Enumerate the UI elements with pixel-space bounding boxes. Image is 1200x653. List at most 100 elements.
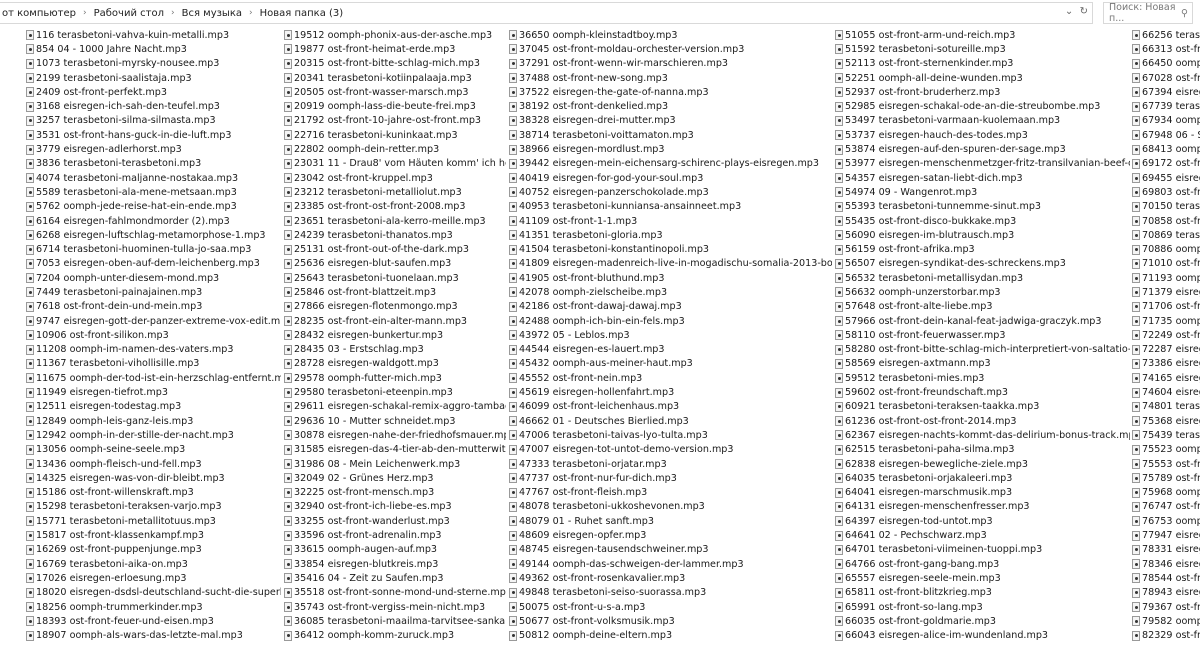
file-item[interactable]: 75789 ost-front-s — [1132, 471, 1200, 485]
file-item[interactable]: 41809 eisregen-madenreich-live-in-mogadi… — [509, 257, 832, 271]
file-item[interactable]: 6268 eisregen-luftschlag-metamorphose-1.… — [26, 228, 281, 242]
file-item[interactable]: 64701 terasbetoni-viimeinen-tuoppi.mp3 — [835, 543, 1130, 557]
file-item[interactable]: 42186 ost-front-dawaj-dawaj.mp3 — [509, 300, 832, 314]
file-item[interactable]: 43972 05 - Leblos.mp3 — [509, 328, 832, 342]
file-item[interactable]: 6164 eisregen-fahlmondmorder (2).mp3 — [26, 214, 281, 228]
file-item[interactable]: 65991 ost-front-so-lang.mp3 — [835, 600, 1130, 614]
file-item[interactable]: 15186 ost-front-willenskraft.mp3 — [26, 486, 281, 500]
file-item[interactable]: 50677 ost-front-volksmusik.mp3 — [509, 614, 832, 628]
file-item[interactable]: 10906 ost-front-silikon.mp3 — [26, 328, 281, 342]
file-item[interactable]: 54357 eisregen-satan-liebt-dich.mp3 — [835, 171, 1130, 185]
file-item[interactable]: 9747 eisregen-gott-der-panzer-extreme-vo… — [26, 314, 281, 328]
refresh-icon[interactable]: ↻ — [1080, 6, 1088, 17]
file-item[interactable]: 37291 ost-front-wenn-wir-marschieren.mp3 — [509, 57, 832, 71]
file-item[interactable]: 66035 ost-front-goldmarie.mp3 — [835, 614, 1130, 628]
file-item[interactable]: 70150 terasbetoni — [1132, 200, 1200, 214]
file-item[interactable]: 25643 terasbetoni-tuonelaan.mp3 — [284, 271, 506, 285]
file-item[interactable]: 35743 ost-front-vergiss-mein-nicht.mp3 — [284, 600, 506, 614]
file-item[interactable]: 3257 terasbetoni-silma-silmasta.mp3 — [26, 114, 281, 128]
file-item[interactable]: 71193 oomph-bo — [1132, 271, 1200, 285]
file-item[interactable]: 2409 ost-front-perfekt.mp3 — [26, 85, 281, 99]
file-item[interactable]: 12511 eisregen-todestag.mp3 — [26, 400, 281, 414]
file-item[interactable]: 70869 terasbetoni — [1132, 228, 1200, 242]
file-item[interactable]: 45619 eisregen-hollenfahrt.mp3 — [509, 385, 832, 399]
file-item[interactable]: 78943 eisregen-a — [1132, 586, 1200, 600]
file-item[interactable]: 31585 eisregen-das-4-tier-ab-den-mutterw… — [284, 443, 506, 457]
file-item[interactable]: 14325 eisregen-was-von-dir-bleibt.mp3 — [26, 471, 281, 485]
file-item[interactable]: 78346 eisregen-v — [1132, 557, 1200, 571]
file-item[interactable]: 18393 ost-front-feuer-und-eisen.mp3 — [26, 614, 281, 628]
file-item[interactable]: 29636 10 - Mutter schneidet.mp3 — [284, 414, 506, 428]
file-item[interactable]: 28235 ost-front-ein-alter-mann.mp3 — [284, 314, 506, 328]
file-item[interactable]: 17026 eisregen-erloesung.mp3 — [26, 571, 281, 585]
file-item[interactable]: 36650 oomph-kleinstadtboy.mp3 — [509, 28, 832, 42]
file-item[interactable]: 22716 terasbetoni-kuninkaat.mp3 — [284, 128, 506, 142]
file-item[interactable]: 35518 ost-front-sonne-mond-und-sterne.mp… — [284, 586, 506, 600]
file-item[interactable]: 41504 terasbetoni-konstantinopoli.mp3 — [509, 242, 832, 256]
file-item[interactable]: 78331 eisregen-d — [1132, 543, 1200, 557]
file-item[interactable]: 66256 terasbetoni — [1132, 28, 1200, 42]
file-item[interactable]: 41351 terasbetoni-gloria.mp3 — [509, 228, 832, 242]
file-item[interactable]: 32225 ost-front-mensch.mp3 — [284, 486, 506, 500]
file-item[interactable]: 62367 eisregen-nachts-kommt-das-delirium… — [835, 428, 1130, 442]
file-item[interactable]: 4074 terasbetoni-maljanne-nostakaa.mp3 — [26, 171, 281, 185]
file-item[interactable]: 47737 ost-front-nur-fur-dich.mp3 — [509, 471, 832, 485]
file-item[interactable]: 35416 04 - Zeit zu Saufen.mp3 — [284, 571, 506, 585]
file-item[interactable]: 15298 terasbetoni-teraksen-varjo.mp3 — [26, 500, 281, 514]
file-item[interactable]: 33255 ost-front-wanderlust.mp3 — [284, 514, 506, 528]
file-item[interactable]: 31986 08 - Mein Leichenwerk.mp3 — [284, 457, 506, 471]
breadcrumb-item[interactable]: от компьютер — [2, 8, 76, 19]
file-item[interactable]: 15771 terasbetoni-metallitotuus.mp3 — [26, 514, 281, 528]
file-item[interactable]: 56090 eisregen-im-blutrausch.mp3 — [835, 228, 1130, 242]
file-item[interactable]: 22802 oomph-dein-retter.mp3 — [284, 142, 506, 156]
file-item[interactable]: 20919 oomph-lass-die-beute-frei.mp3 — [284, 99, 506, 113]
file-item[interactable]: 46662 01 - Deutsches Bierlied.mp3 — [509, 414, 832, 428]
file-item[interactable]: 66313 ost-front-t — [1132, 42, 1200, 56]
file-item[interactable]: 59602 ost-front-freundschaft.mp3 — [835, 385, 1130, 399]
file-item[interactable]: 38966 eisregen-mordlust.mp3 — [509, 142, 832, 156]
file-item[interactable]: 64641 02 - Pechschwarz.mp3 — [835, 528, 1130, 542]
breadcrumb-item[interactable]: Вся музыка — [182, 8, 242, 19]
file-item[interactable]: 25846 ost-front-blattzeit.mp3 — [284, 285, 506, 299]
file-item[interactable]: 15817 ost-front-klassenkampf.mp3 — [26, 528, 281, 542]
file-item[interactable]: 18020 eisregen-dsdsl-deutschland-sucht-d… — [26, 586, 281, 600]
file-item[interactable]: 33615 oomph-augen-auf.mp3 — [284, 543, 506, 557]
file-item[interactable]: 3779 eisregen-adlerhorst.mp3 — [26, 142, 281, 156]
file-item[interactable]: 49848 terasbetoni-seiso-suorassa.mp3 — [509, 586, 832, 600]
file-item[interactable]: 66450 oomph-tic — [1132, 57, 1200, 71]
file-item[interactable]: 79367 ost-front-e — [1132, 600, 1200, 614]
file-item[interactable]: 36412 oomph-komm-zuruck.mp3 — [284, 628, 506, 642]
file-item[interactable]: 67739 terasbetoni — [1132, 99, 1200, 113]
file-item[interactable]: 67948 06 - Schlac — [1132, 128, 1200, 142]
file-item[interactable]: 47006 terasbetoni-taivas-lyo-tulta.mp3 — [509, 428, 832, 442]
file-item[interactable]: 56159 ost-front-afrika.mp3 — [835, 242, 1130, 256]
file-item[interactable]: 13056 oomph-seine-seele.mp3 — [26, 443, 281, 457]
file-item[interactable]: 13436 oomph-fleisch-und-fell.mp3 — [26, 457, 281, 471]
file-item[interactable]: 33596 ost-front-adrenalin.mp3 — [284, 528, 506, 542]
file-item[interactable]: 51055 ost-front-arm-und-reich.mp3 — [835, 28, 1130, 42]
file-item[interactable]: 57966 ost-front-dein-kanal-feat-jadwiga-… — [835, 314, 1130, 328]
file-item[interactable]: 20505 ost-front-wasser-marsch.mp3 — [284, 85, 506, 99]
file-item[interactable]: 32940 ost-front-ich-liebe-es.mp3 — [284, 500, 506, 514]
file-item[interactable]: 72249 ost-front-w — [1132, 328, 1200, 342]
file-item[interactable]: 2199 terasbetoni-saalistaja.mp3 — [26, 71, 281, 85]
file-item[interactable]: 64041 eisregen-marschmusik.mp3 — [835, 486, 1130, 500]
file-item[interactable]: 61236 ost-front-ost-front-2014.mp3 — [835, 414, 1130, 428]
file-item[interactable]: 65557 eisregen-seele-mein.mp3 — [835, 571, 1130, 585]
address-bar[interactable]: от компьютер › Рабочий стол › Вся музыка › … — [0, 2, 1093, 24]
file-item[interactable]: 45552 ost-front-nein.mp3 — [509, 371, 832, 385]
file-item[interactable]: 48079 01 - Ruhet sanft.mp3 — [509, 514, 832, 528]
file-item[interactable]: 38192 ost-front-denkelied.mp3 — [509, 99, 832, 113]
file-item[interactable]: 58569 eisregen-axtmann.mp3 — [835, 357, 1130, 371]
file-item[interactable]: 18256 oomph-trummerkinder.mp3 — [26, 600, 281, 614]
file-item[interactable]: 75553 ost-front-l — [1132, 457, 1200, 471]
file-item[interactable]: 57648 ost-front-alte-liebe.mp3 — [835, 300, 1130, 314]
file-item[interactable]: 12849 oomph-leis-ganz-leis.mp3 — [26, 414, 281, 428]
file-item[interactable]: 45432 oomph-aus-meiner-haut.mp3 — [509, 357, 832, 371]
file-item[interactable]: 16269 ost-front-puppenjunge.mp3 — [26, 543, 281, 557]
file-item[interactable]: 12942 oomph-in-der-stille-der-nacht.mp3 — [26, 428, 281, 442]
file-item[interactable]: 1073 terasbetoni-myrsky-nousee.mp3 — [26, 57, 281, 71]
file-item[interactable]: 72287 eisregen-n — [1132, 343, 1200, 357]
file-item[interactable]: 37522 eisregen-the-gate-of-nanna.mp3 — [509, 85, 832, 99]
file-item[interactable]: 28728 eisregen-waldgott.mp3 — [284, 357, 506, 371]
